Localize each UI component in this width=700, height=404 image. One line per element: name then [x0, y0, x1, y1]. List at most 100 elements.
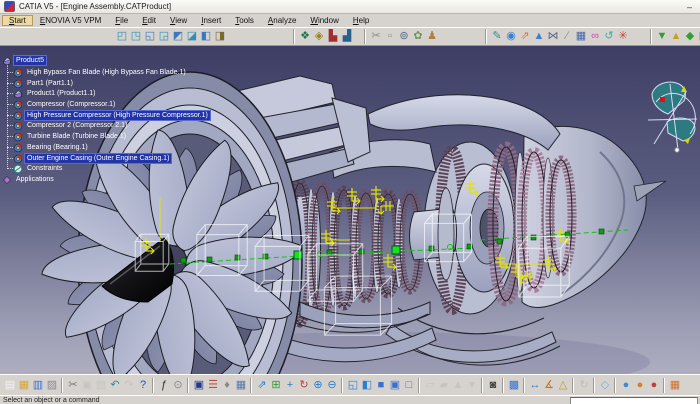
- isometric-view-icon[interactable]: ◧: [360, 378, 374, 393]
- export-data-icon[interactable]: ▲: [669, 29, 683, 44]
- leaf-filter-icon[interactable]: ✿: [411, 29, 425, 44]
- magnifier-icon[interactable]: ⊚: [397, 29, 411, 44]
- magnify-icon[interactable]: ▲: [451, 378, 465, 393]
- work-package-save-icon[interactable]: ▟: [340, 29, 354, 44]
- menu-view[interactable]: View: [163, 15, 194, 26]
- menu-analyze[interactable]: Analyze: [261, 15, 303, 26]
- menu-window[interactable]: Window: [303, 15, 345, 26]
- tree-item-product1[interactable]: Product1 (Product1.1): [13, 89, 97, 98]
- existing-component-icon[interactable]: ◲: [157, 29, 171, 44]
- comment-bubble-icon[interactable]: ⊙: [171, 378, 185, 393]
- minimize-button[interactable]: –: [683, 2, 696, 12]
- zoom-in-icon[interactable]: ⊕: [311, 378, 325, 393]
- menu-start[interactable]: Start: [2, 15, 33, 26]
- new-part-icon[interactable]: ◱: [143, 29, 157, 44]
- cut-icon[interactable]: ✂: [66, 378, 80, 393]
- snap-icon[interactable]: ▫: [383, 29, 397, 44]
- options-star-icon[interactable]: ✳: [616, 29, 630, 44]
- camera-capture-icon[interactable]: ◙: [486, 378, 500, 393]
- shaded-edges-view-icon[interactable]: ▣: [388, 378, 402, 393]
- graph-tree-reorder-icon[interactable]: ◧: [199, 29, 213, 44]
- normal-view-icon[interactable]: ◱: [346, 378, 360, 393]
- menu-enovia-v5-vpm[interactable]: ENOVIA V5 VPM: [33, 15, 108, 26]
- formula-icon[interactable]: ƒ: [157, 378, 171, 393]
- tree-item-part1[interactable]: Part1 (Part1.1): [13, 79, 75, 88]
- attach-clip-icon[interactable]: ∕: [560, 29, 574, 44]
- 3d-viewport[interactable]: Product5 High Bypass Fan Blade (High Byp…: [0, 46, 700, 374]
- module-box-icon[interactable]: ▦: [234, 378, 248, 393]
- measure-between-icon[interactable]: ↔: [528, 378, 542, 393]
- menu-file[interactable]: File: [108, 15, 135, 26]
- menu-help[interactable]: Help: [346, 15, 376, 26]
- swap-visible-space-icon[interactable]: ▰: [437, 378, 451, 393]
- pyramid-icon[interactable]: ▲: [532, 29, 546, 44]
- screen-view-icon[interactable]: ▣: [192, 378, 206, 393]
- enovia-save-icon[interactable]: ❖: [298, 29, 312, 44]
- update-assembly-icon[interactable]: ↻: [577, 378, 591, 393]
- hide-show-icon[interactable]: ▱: [423, 378, 437, 393]
- measure-inertia-icon[interactable]: △: [556, 378, 570, 393]
- menu-tools[interactable]: Tools: [228, 15, 261, 26]
- tree-item-constraints[interactable]: Constraints: [13, 164, 64, 173]
- new-product-icon[interactable]: ◳: [129, 29, 143, 44]
- power-input-field[interactable]: [570, 397, 698, 404]
- undo-icon[interactable]: ↶: [108, 378, 122, 393]
- reduce-icon[interactable]: ▼: [465, 378, 479, 393]
- sphere-tool-red-icon[interactable]: ●: [647, 378, 661, 393]
- open-document-icon[interactable]: ▦: [17, 378, 31, 393]
- tree-root-product[interactable]: Product5: [2, 56, 46, 65]
- enovia-search-icon[interactable]: ◈: [312, 29, 326, 44]
- tree-item-high-bypass-fan-blade[interactable]: High Bypass Fan Blade (High Bypass Fan B…: [13, 68, 188, 77]
- wireframe-view-icon[interactable]: □: [402, 378, 416, 393]
- rotate-icon[interactable]: ↻: [297, 378, 311, 393]
- save-icon[interactable]: ▥: [31, 378, 45, 393]
- new-document-icon[interactable]: ▤: [3, 378, 17, 393]
- catia-window: CATIA V5 - [Engine Assembly.CATProduct] …: [0, 0, 700, 400]
- world-icon[interactable]: ◉: [504, 29, 518, 44]
- work-package-load-icon[interactable]: ▙: [326, 29, 340, 44]
- grid-options-icon[interactable]: ▦: [668, 378, 682, 393]
- menu-edit[interactable]: Edit: [135, 15, 163, 26]
- replace-component-icon[interactable]: ◪: [185, 29, 199, 44]
- tree-item-outer-engine-casing[interactable]: Outer Engine Casing (Outer Engine Casing…: [13, 154, 171, 163]
- tree-item-compressor[interactable]: Compressor (Compressor.1): [13, 100, 117, 109]
- tree-item-label: High Pressure Compressor (High Pressure …: [25, 111, 210, 120]
- new-component-icon[interactable]: ◰: [115, 29, 129, 44]
- copy-icon[interactable]: ▣: [80, 378, 94, 393]
- fly-mode-icon[interactable]: ⇗: [518, 29, 532, 44]
- fit-all-in-icon[interactable]: ⊞: [269, 378, 283, 393]
- engine-3d-model[interactable]: [0, 46, 700, 374]
- pan-icon[interactable]: +: [283, 378, 297, 393]
- shaded-view-icon[interactable]: ■: [374, 378, 388, 393]
- sphere-tool-blue-icon[interactable]: ●: [619, 378, 633, 393]
- sphere-tool-orange-icon[interactable]: ●: [633, 378, 647, 393]
- sketch-pen-icon[interactable]: ✎: [490, 29, 504, 44]
- selection-trap-icon[interactable]: ✂: [369, 29, 383, 44]
- update-cycle-icon[interactable]: ↺: [602, 29, 616, 44]
- existing-component-positioned-icon[interactable]: ◩: [171, 29, 185, 44]
- zoom-out-icon[interactable]: ⊖: [325, 378, 339, 393]
- import-data-icon[interactable]: ▼: [655, 29, 669, 44]
- paste-icon[interactable]: ▧: [94, 378, 108, 393]
- fly-through-icon[interactable]: ⇗: [255, 378, 269, 393]
- 3d-compass-tool-icon[interactable]: ◇: [598, 378, 612, 393]
- lock-icon[interactable]: ♦: [220, 378, 234, 393]
- whats-this-help-icon[interactable]: ?: [136, 378, 150, 393]
- link-manager-icon[interactable]: ∞: [588, 29, 602, 44]
- tree-item-compressor-2[interactable]: Compressor 2 (Compressor 2.1): [13, 121, 129, 130]
- print-icon[interactable]: ▨: [45, 378, 59, 393]
- tree-item-high-pressure-compressor[interactable]: High Pressure Compressor (High Pressure …: [13, 111, 210, 120]
- structure-graph-icon[interactable]: ☰: [206, 378, 220, 393]
- tree-item-turbine-blade[interactable]: Turbine Blade (Turbine Blade.1): [13, 132, 128, 141]
- render-tools-icon[interactable]: ▩: [507, 378, 521, 393]
- tree-item-applications[interactable]: Applications: [2, 175, 56, 184]
- manikin-icon[interactable]: ♟: [425, 29, 439, 44]
- scale-measure-icon[interactable]: ⋈: [546, 29, 560, 44]
- redo-icon[interactable]: ↷: [122, 378, 136, 393]
- notebook-icon[interactable]: ▦: [574, 29, 588, 44]
- generate-numbering-icon[interactable]: ◨: [213, 29, 227, 44]
- tree-item-bearing[interactable]: Bearing (Bearing.1): [13, 143, 90, 152]
- menu-insert[interactable]: Insert: [194, 15, 228, 26]
- sync-data-icon[interactable]: ◆: [683, 29, 697, 44]
- measure-item-icon[interactable]: ∡: [542, 378, 556, 393]
